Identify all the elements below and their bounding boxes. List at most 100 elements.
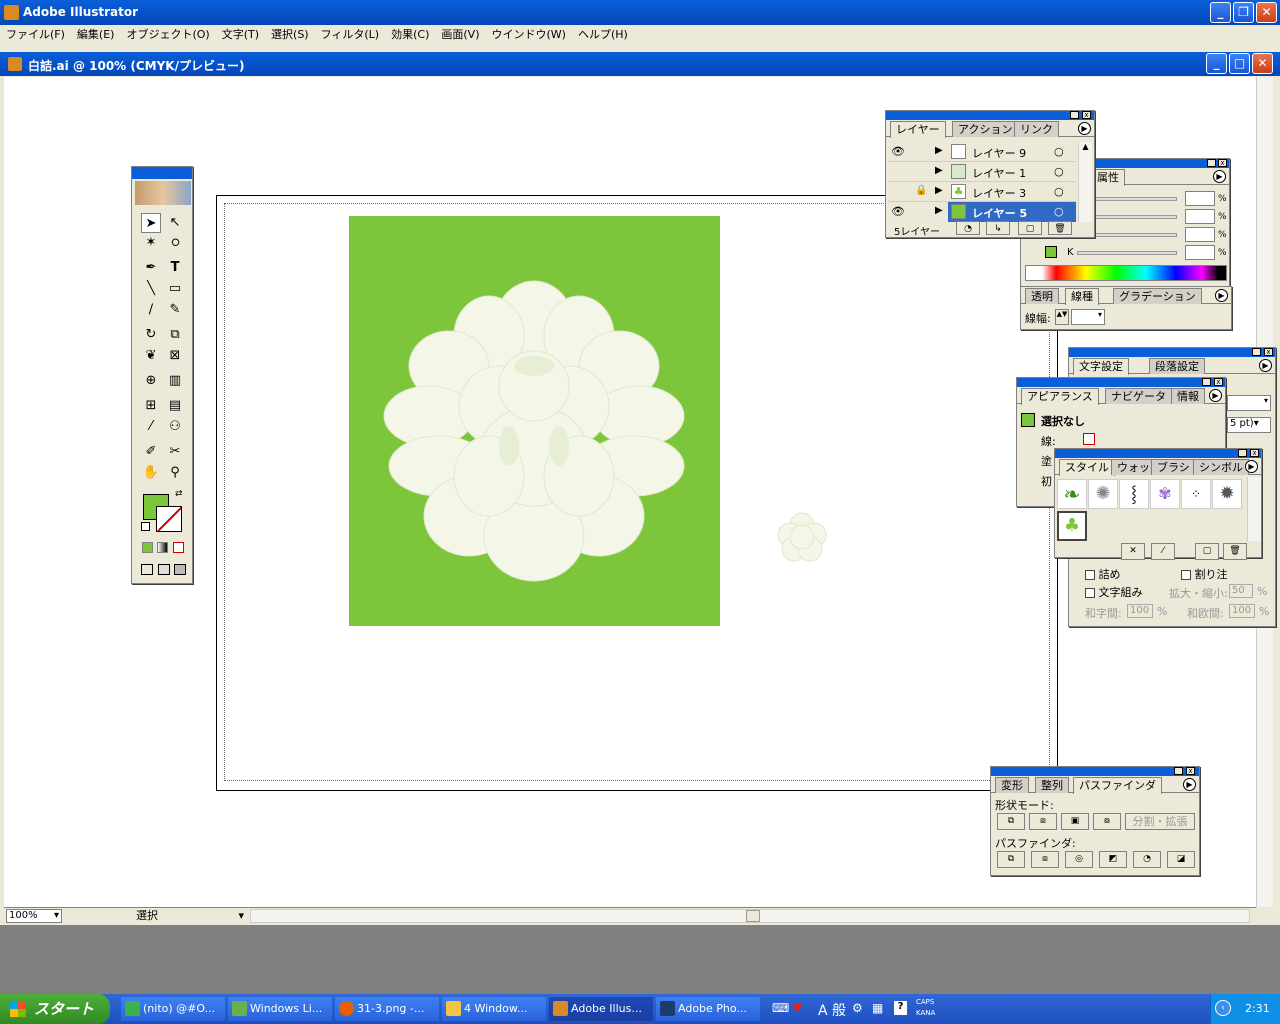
character-panel-header[interactable]: _ x xyxy=(1069,348,1275,357)
trim-button[interactable]: ⧈ xyxy=(1031,851,1059,868)
input-3[interactable] xyxy=(1185,227,1215,242)
layer-name[interactable]: レイヤー 3 xyxy=(972,185,1026,201)
stroke-weight-stepper[interactable]: ▲▼ xyxy=(1055,309,1069,325)
panel-menu-icon[interactable]: ▶ xyxy=(1213,170,1226,183)
status-tool-field[interactable]: 選択 ▾ xyxy=(66,909,246,923)
layer-row[interactable]: 🔒 ▶ ♣ レイヤー 3 ○ xyxy=(888,182,1076,202)
waoukan-field[interactable]: 100 xyxy=(1229,604,1255,618)
mojigumi-checkbox[interactable]: 文字組み xyxy=(1085,584,1143,600)
scissors-tool-icon[interactable]: ✂ xyxy=(165,442,185,462)
none-mode-icon[interactable] xyxy=(173,542,184,553)
outline-button[interactable]: ◔ xyxy=(1133,851,1161,868)
input-1[interactable] xyxy=(1185,191,1215,206)
target-circle-icon[interactable]: ○ xyxy=(1054,145,1064,158)
styles-panel-header[interactable]: _ x xyxy=(1055,449,1261,458)
menu-help[interactable]: ヘルプ(H) xyxy=(572,25,634,45)
tab-styles[interactable]: スタイル xyxy=(1059,459,1115,476)
slider-3[interactable] xyxy=(1093,233,1177,237)
layer-row-selected[interactable]: 👁 ▶ レイヤー 5 ○ xyxy=(888,202,1076,222)
layers-panel-header[interactable]: _ x xyxy=(886,111,1094,120)
hand-tool-icon[interactable]: ✋ xyxy=(141,463,161,483)
symbol-splat-icon[interactable]: ✹ xyxy=(1212,479,1242,509)
place-symbol-button[interactable]: ⁄ xyxy=(1151,543,1175,560)
wariate-checkbox[interactable]: 割り注 xyxy=(1181,566,1228,582)
restore-button[interactable]: ❐ xyxy=(1233,2,1254,23)
doc-maximize-button[interactable]: □ xyxy=(1229,53,1250,74)
symbol-dots-icon[interactable]: ⁘ xyxy=(1181,479,1211,509)
type-tool-icon[interactable]: T xyxy=(165,258,185,278)
subtract-shape-button[interactable]: ⧈ xyxy=(1029,813,1057,830)
menu-view[interactable]: 画面(V) xyxy=(435,25,485,45)
layer-name[interactable]: レイヤー 9 xyxy=(972,145,1026,161)
appearance-panel-header[interactable]: _ x xyxy=(1017,378,1225,387)
tab-navigator[interactable]: ナビゲータ xyxy=(1105,388,1172,404)
start-button[interactable]: スタート xyxy=(0,994,110,1024)
intersect-shape-button[interactable]: ▣ xyxy=(1061,813,1089,830)
pen-tool-icon[interactable]: ✒ xyxy=(141,258,161,278)
scale-field[interactable]: 50 xyxy=(1229,584,1253,598)
tab-actions[interactable]: アクション xyxy=(952,121,1019,137)
new-symbol-button[interactable]: ▢ xyxy=(1195,543,1219,560)
toolbox-header[interactable] xyxy=(132,167,192,179)
layer-row[interactable]: ▶ レイヤー 1 ○ xyxy=(888,162,1076,182)
input-k[interactable] xyxy=(1185,245,1215,260)
symbol-star-icon[interactable]: ✺ xyxy=(1088,479,1118,509)
tab-transform[interactable]: 変形 xyxy=(995,777,1029,793)
tab-stroke[interactable]: 線種 xyxy=(1065,288,1099,305)
free-transform-tool-icon[interactable]: ⊠ xyxy=(165,346,185,366)
target-circle-icon[interactable]: ○ xyxy=(1054,205,1064,218)
taskbar-item[interactable]: Adobe Pho... xyxy=(656,997,760,1021)
new-sublayer-button[interactable]: ↳ xyxy=(986,221,1010,235)
taskbar-item-active[interactable]: Adobe Illus... xyxy=(549,997,653,1021)
eye-icon[interactable]: 👁 xyxy=(891,205,905,218)
menu-effect[interactable]: 効果(C) xyxy=(385,25,435,45)
green-artwork[interactable] xyxy=(349,216,720,626)
expand-button[interactable]: 分割・拡張 xyxy=(1125,813,1195,830)
gradient-tool-icon[interactable]: ▤ xyxy=(165,396,185,416)
target-circle-icon[interactable]: ○ xyxy=(1054,165,1064,178)
wajikan-field[interactable]: 100 xyxy=(1127,604,1153,618)
selection-tool-icon[interactable]: ➤ xyxy=(141,213,161,233)
color-mode-icon[interactable] xyxy=(142,542,153,553)
symbol-leaf-icon[interactable]: ❧ xyxy=(1057,479,1087,509)
slider-1[interactable] xyxy=(1093,197,1177,201)
ime-mode[interactable]: A 般 xyxy=(818,1000,846,1020)
rectangle-tool-icon[interactable]: ▭ xyxy=(165,279,185,299)
scroll-thumb[interactable] xyxy=(746,910,760,922)
zoom-tool-icon[interactable]: ⚲ xyxy=(165,463,185,483)
blend-tool-icon[interactable]: ⚇ xyxy=(165,417,185,437)
taskbar-item[interactable]: 31-3.png -... xyxy=(335,997,439,1021)
symbol-flower-icon[interactable]: ✾ xyxy=(1150,479,1180,509)
eye-icon[interactable]: 👁 xyxy=(891,145,905,158)
warp-tool-icon[interactable]: ❦ xyxy=(141,346,161,366)
expand-triangle-icon[interactable]: ▶ xyxy=(935,145,943,156)
tsume-checkbox[interactable]: 詰め xyxy=(1085,566,1121,582)
mesh-tool-icon[interactable]: ⊞ xyxy=(141,396,161,416)
panel-menu-icon[interactable]: ▶ xyxy=(1209,389,1222,402)
lock-icon[interactable]: 🔒 xyxy=(915,185,927,196)
font-field[interactable]: ▾ xyxy=(1227,395,1271,411)
crop-button[interactable]: ◩ xyxy=(1099,851,1127,868)
size-field[interactable]: 5 pt)▾ xyxy=(1227,417,1271,433)
tab-character[interactable]: 文字設定 xyxy=(1073,358,1129,375)
paintbrush-tool-icon[interactable]: ∕ xyxy=(141,300,161,320)
pencil-tool-icon[interactable]: ✎ xyxy=(165,300,185,320)
layers-scrollbar[interactable]: ▲ xyxy=(1078,142,1092,222)
delete-layer-button[interactable]: 🗑 xyxy=(1048,221,1072,235)
exclude-shape-button[interactable]: ⧇ xyxy=(1093,813,1121,830)
new-layer-button[interactable]: ▢ xyxy=(1018,221,1042,235)
input-2[interactable] xyxy=(1185,209,1215,224)
screen-mode-full-icon[interactable] xyxy=(174,564,186,575)
scale-tool-icon[interactable]: ⧉ xyxy=(165,325,185,345)
slice-tool-icon[interactable]: ✐ xyxy=(141,442,161,462)
add-shape-button[interactable]: ⧉ xyxy=(997,813,1025,830)
panel-menu-icon[interactable]: ▶ xyxy=(1245,460,1258,473)
menu-window[interactable]: ウインドウ(W) xyxy=(485,25,571,45)
tab-info[interactable]: 情報 xyxy=(1171,388,1205,404)
expand-triangle-icon[interactable]: ▶ xyxy=(935,185,943,196)
menu-object[interactable]: オブジェクト(O) xyxy=(120,25,215,45)
swap-colors-icon[interactable]: ⇄ xyxy=(175,489,183,499)
gradient-mode-icon[interactable] xyxy=(157,542,168,553)
stroke-swatch[interactable] xyxy=(156,506,182,532)
tab-paragraph[interactable]: 段落設定 xyxy=(1149,358,1205,374)
